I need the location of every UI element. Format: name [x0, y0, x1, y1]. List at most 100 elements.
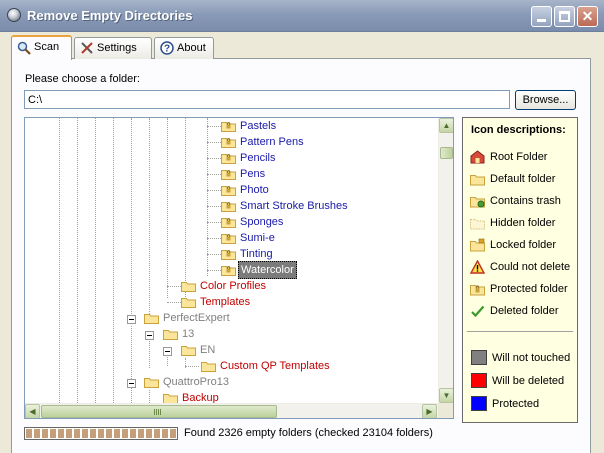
tab-scan-label: Scan — [34, 41, 60, 53]
protected-folder-icon — [221, 266, 236, 276]
tree-horizontal-scrollbar[interactable]: ◀ ▶ — [25, 403, 438, 418]
locked-folder-icon — [470, 238, 485, 252]
tree-vertical-scrollbar[interactable]: ▲ ▼ — [438, 118, 453, 403]
default-folder-icon — [181, 298, 196, 308]
tree-row-label: Templates — [200, 296, 251, 308]
tree-branch-line — [207, 174, 221, 175]
vertical-scroll-thumb[interactable] — [440, 147, 453, 159]
scan-status-text: Found 2326 empty folders (checked 23104 … — [184, 427, 433, 439]
tree-guide-line — [95, 118, 96, 403]
scroll-grip-icon — [154, 409, 162, 415]
legend-item-label: Locked folder — [490, 239, 557, 251]
tree-collapse-toggle[interactable] — [127, 379, 136, 388]
legend-item-label: Protected folder — [490, 283, 568, 295]
tree-collapse-toggle[interactable] — [127, 315, 136, 324]
legend-item-label: Could not delete — [490, 261, 571, 273]
maximize-icon — [559, 11, 570, 22]
legend-item-label: Hidden folder — [490, 217, 556, 229]
tree-row-label: PerfectExpert — [163, 312, 230, 324]
window-title: Remove Empty Directories — [27, 8, 193, 23]
tree-row-label: Backup — [182, 392, 219, 403]
help-icon: ? — [160, 41, 174, 55]
tree-row-label: Sumi-e — [240, 232, 275, 244]
tree-row-label: Watercolor — [238, 261, 297, 279]
folder-path-input[interactable] — [24, 90, 510, 109]
choose-folder-label: Please choose a folder: — [25, 73, 140, 85]
tree-guide-line — [77, 118, 78, 403]
magnifier-icon — [17, 41, 31, 55]
tree-guide-line — [149, 118, 150, 318]
default-folder-icon — [144, 314, 159, 324]
default-folder-icon — [181, 346, 196, 356]
legend-color-label: Will not touched — [492, 352, 571, 364]
tree-branch-line — [167, 286, 181, 287]
tree-collapse-toggle[interactable] — [163, 347, 172, 356]
tree-row-label: Sponges — [240, 216, 284, 228]
tree-branch-line — [167, 302, 181, 303]
tree-row-label: Pens — [240, 168, 266, 180]
icon-legend-panel: Icon descriptions: Root Folder Default f… — [462, 117, 578, 423]
default-folder-icon — [181, 282, 196, 292]
legend-item-label: Deleted folder — [490, 305, 559, 317]
tree-branch-line — [207, 126, 221, 127]
app-icon[interactable] — [7, 8, 21, 22]
root-folder-icon — [470, 150, 485, 164]
protected-folder-icon — [221, 202, 236, 212]
default-folder-icon — [163, 330, 178, 340]
tree-guide-line — [167, 118, 168, 298]
minimize-icon — [537, 19, 546, 22]
scroll-left-button[interactable]: ◀ — [25, 404, 40, 418]
maximize-button[interactable] — [554, 6, 575, 27]
tree-branch-line — [207, 270, 221, 271]
tab-scan[interactable]: Scan — [11, 35, 72, 60]
scroll-right-button[interactable]: ▶ — [422, 404, 437, 418]
scroll-up-button[interactable]: ▲ — [439, 118, 453, 133]
horizontal-scroll-thumb[interactable] — [41, 405, 277, 418]
tree-branch-line — [207, 158, 221, 159]
tree-row-label: Smart Stroke Brushes — [240, 200, 348, 212]
trash-folder-icon — [470, 197, 485, 208]
scrollbar-corner — [438, 403, 453, 418]
hidden-folder-icon — [470, 219, 485, 230]
tree-guide-line — [149, 390, 150, 403]
scroll-down-button[interactable]: ▼ — [439, 388, 453, 403]
browse-button[interactable]: Browse... — [515, 90, 576, 110]
protected-folder-icon — [221, 250, 236, 260]
tree-row-label: Color Profiles — [200, 280, 267, 292]
tree-row-label: EN — [200, 344, 216, 356]
tools-icon — [81, 42, 93, 54]
legend-item-label: Default folder — [490, 173, 556, 185]
protected-folder-icon — [221, 170, 236, 180]
tab-about[interactable]: ? About — [154, 37, 214, 59]
tree-collapse-toggle[interactable] — [145, 331, 154, 340]
tree-row-label: Photo — [240, 184, 269, 196]
legend-separator — [467, 331, 573, 332]
tree-guide-line — [113, 118, 114, 403]
scan-progress-bar — [24, 427, 178, 440]
protected-folder-icon — [470, 285, 485, 296]
tree-branch-line — [207, 206, 221, 207]
gray-color-swatch — [471, 350, 487, 365]
tab-settings[interactable]: Settings — [74, 37, 152, 59]
close-button[interactable]: ✕ — [577, 6, 598, 27]
tree-guide-line — [131, 118, 132, 318]
tree-row-label: 13 — [182, 328, 195, 340]
title-bar[interactable]: Remove Empty Directories ✕ — [0, 0, 604, 32]
folder-tree[interactable]: Pastels Pattern Pens Pencils Pens Photo … — [24, 117, 454, 419]
default-folder-icon — [144, 378, 159, 388]
tree-guide-line — [131, 326, 132, 403]
default-folder-icon — [201, 362, 216, 372]
tree-branch-line — [207, 254, 221, 255]
legend-item-label: Root Folder — [490, 151, 548, 163]
tree-branch-line — [207, 142, 221, 143]
minimize-button[interactable] — [531, 6, 552, 27]
tree-row-label: Pencils — [240, 152, 276, 164]
tree-guide-line — [185, 118, 186, 303]
tab-about-label: About — [177, 42, 206, 54]
legend-color-label: Protected — [492, 398, 540, 410]
red-color-swatch — [471, 373, 487, 388]
tab-settings-label: Settings — [97, 42, 137, 54]
tree-row-label: Pattern Pens — [240, 136, 304, 148]
protected-folder-icon — [221, 186, 236, 196]
protected-folder-icon — [221, 234, 236, 244]
